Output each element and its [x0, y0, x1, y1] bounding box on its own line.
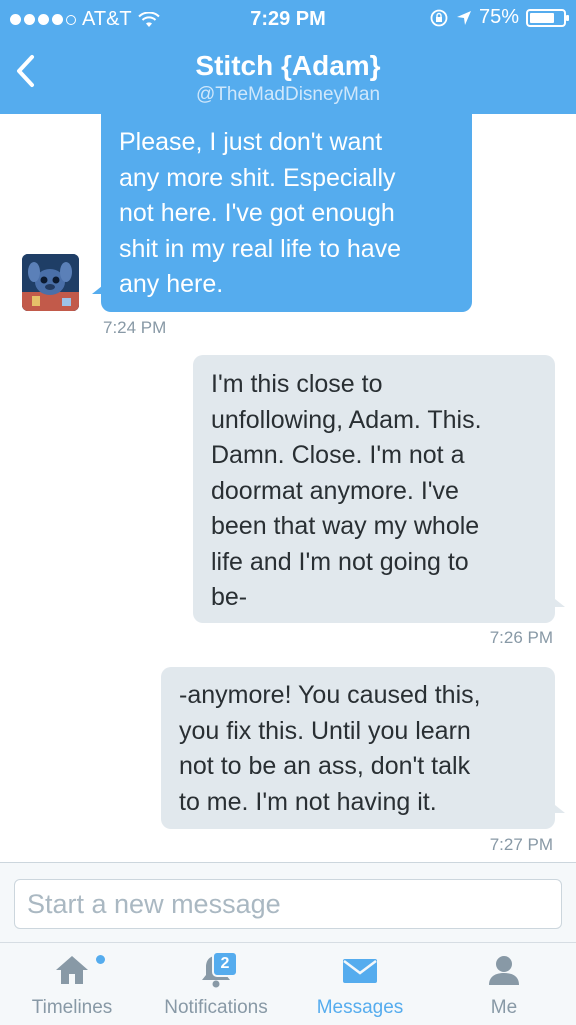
tab-messages[interactable]: Messages	[288, 943, 432, 1025]
message-bubble-outgoing[interactable]: -anymore! You caused this, you fix this.…	[161, 667, 555, 829]
message-bubble-incoming[interactable]: Please, I just don't want any more shit.…	[101, 114, 472, 312]
conversation-thread[interactable]: Please, I just don't want any more shit.…	[0, 114, 576, 862]
message-line: any more shit. Especially	[119, 163, 396, 192]
status-right: 75%	[429, 6, 569, 29]
bubble-tail	[555, 599, 565, 607]
tab-timelines[interactable]: Timelines	[0, 943, 144, 1025]
message-line: to me. I'm not having it.	[179, 787, 437, 816]
message-timestamp: 7:24 PM	[103, 318, 167, 337]
conversation-handle[interactable]: @TheMadDisneyMan	[0, 84, 576, 106]
message-line: not here. I've got enough	[119, 199, 395, 227]
bubble-tail	[92, 286, 102, 294]
bubble-tail	[555, 805, 565, 813]
tab-label: Timelines	[31, 997, 113, 1018]
message-line: I'm this close to	[211, 370, 383, 398]
notification-badge: 2	[212, 951, 238, 977]
message-line: not to be an ass, don't talk	[179, 752, 471, 780]
new-content-dot	[96, 955, 105, 964]
message-line: shit in my real life to have	[119, 234, 402, 263]
message-line: be-	[211, 583, 248, 611]
envelope-icon	[343, 959, 377, 983]
rotation-lock-icon	[430, 9, 448, 26]
nav-header: AT&T 7:29 PM 75% Stitch {Adam} @TheMadDi…	[0, 0, 576, 114]
tab-label: Notifications	[164, 997, 268, 1018]
tab-label: Me	[490, 997, 518, 1018]
location-arrow-icon	[456, 10, 471, 25]
message-line: -anymore! You caused this,	[179, 681, 481, 709]
message-line: been that way my whole	[211, 512, 480, 540]
battery-percent: 75%	[478, 6, 519, 28]
message-line: life and I'm not going to	[211, 547, 469, 576]
message-line: Damn. Close. I'm not a	[211, 441, 465, 469]
message-line: you fix this. Until you learn	[179, 716, 471, 745]
message-bubble-outgoing[interactable]: I'm this close to unfollowing, Adam. Thi…	[193, 355, 555, 623]
conversation-title[interactable]: Stitch {Adam}	[0, 50, 576, 82]
message-line: any here.	[119, 270, 224, 298]
message-timestamp: 7:26 PM	[489, 628, 553, 647]
tab-label: Messages	[316, 997, 404, 1018]
avatar[interactable]	[22, 254, 79, 311]
tab-bar: Timelines 2 Notifications Messages Me	[0, 942, 576, 1025]
message-line: unfollowing, Adam. This.	[211, 405, 482, 434]
message-line: Please, I just don't want	[119, 128, 383, 156]
tab-me[interactable]: Me	[432, 943, 576, 1025]
status-bar: AT&T 7:29 PM 75%	[0, 0, 576, 40]
new-message-input[interactable]	[14, 879, 562, 929]
battery-level-fill	[530, 12, 554, 23]
person-icon	[489, 956, 519, 985]
message-line: doormat anymore. I've	[211, 476, 459, 505]
message-timestamp: 7:27 PM	[489, 835, 553, 854]
battery-icon	[526, 8, 569, 27]
message-composer	[0, 862, 576, 943]
avatar-image	[22, 254, 79, 311]
tab-notifications[interactable]: 2 Notifications	[144, 943, 288, 1025]
home-icon	[56, 956, 88, 984]
